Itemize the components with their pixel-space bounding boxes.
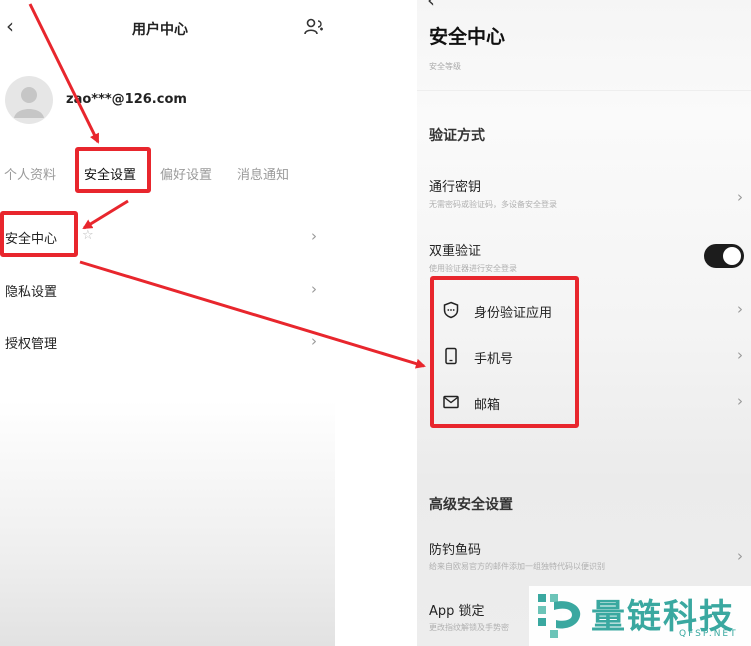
two-factor-title: 双重验证 [429,244,482,259]
chevron-right-icon: › [737,300,743,318]
two-factor-row[interactable]: 双重验证 使用验证器进行安全登录 [417,236,751,276]
page-title: 用户中心 [132,22,188,38]
app-lock-subtitle: 更改指纹解锁及手势密 [429,623,509,632]
tab-preferences[interactable]: 偏好设置 [160,164,212,183]
passkey-title: 通行密钥 [429,180,482,195]
chevron-right-icon: › [737,346,743,364]
watermark-logo-icon [532,588,586,642]
chevron-right-icon: › [311,227,317,245]
chevron-right-icon: › [311,332,317,350]
back-button[interactable]: ‹ [6,14,14,38]
chevron-right-icon: › [737,392,743,410]
page-title: 安全中心 [429,26,506,48]
security-center-screen: ‹ 安全中心 安全等级 验证方式 通行密钥 无需密码或验证码，多设备安全登录 ›… [417,0,751,646]
back-button[interactable]: ‹ [427,0,435,12]
tab-notifications[interactable]: 消息通知 [237,164,289,183]
menu-item-label: 隐私设置 [5,285,58,300]
menu-item-authorization[interactable]: 授权管理 › [0,327,335,357]
passkey-row[interactable]: 通行密钥 无需密码或验证码，多设备安全登录 › [417,172,751,216]
menu-item-label: 授权管理 [5,337,58,352]
annotation-box-security-center [0,211,78,257]
user-center-screen: ‹ 用户中心 zao***@126.com 个人资料 安全设置 偏好设置 消息通… [0,0,335,646]
tab-profile[interactable]: 个人资料 [4,164,56,183]
anti-phishing-subtitle: 给来自欧易官方的邮件添加一组独特代码以便识别 [429,562,605,571]
user-group-icon[interactable] [303,18,325,36]
two-factor-subtitle: 使用验证器进行安全登录 [429,264,517,273]
anti-phishing-title: 防钓鱼码 [429,543,482,558]
user-email: zao***@126.com [66,92,187,107]
security-level-label: 安全等级 [429,62,461,71]
divider [417,90,751,91]
toggle-knob [723,247,741,265]
menu-item-privacy[interactable]: 隐私设置 › [0,275,335,305]
anti-phishing-row[interactable]: 防钓鱼码 给来自欧易官方的邮件添加一组独特代码以便识别 › [417,535,751,577]
watermark: 量链科技 QFSP.NET [529,586,751,646]
cursor-icon: ☆ [82,228,94,243]
chevron-right-icon: › [737,547,743,565]
annotation-box-methods [430,276,579,428]
chevron-right-icon: › [737,188,743,206]
watermark-domain: QFSP.NET [679,629,738,639]
annotation-box-security-tab [75,147,151,193]
chevron-right-icon: › [311,280,317,298]
avatar[interactable] [5,76,53,124]
two-factor-toggle[interactable] [704,244,744,268]
passkey-subtitle: 无需密码或验证码，多设备安全登录 [429,200,557,209]
section-title-advanced: 高级安全设置 [429,497,513,513]
app-lock-title: App 锁定 [429,604,485,619]
section-title-verification: 验证方式 [429,128,485,144]
